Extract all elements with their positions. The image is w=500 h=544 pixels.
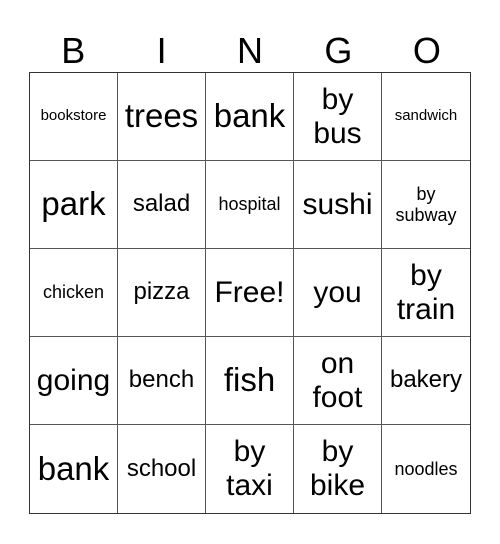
bingo-cell: bank — [30, 425, 118, 513]
bingo-cell: bakery — [382, 337, 470, 425]
bingo-header: B I N G O — [29, 28, 471, 73]
bingo-cell: going — [30, 337, 118, 425]
bingo-cell: sandwich — [382, 73, 470, 161]
header-letter-i: I — [156, 30, 167, 71]
bingo-cell: trees — [118, 73, 206, 161]
header-letter-n: N — [237, 30, 264, 71]
bingo-cell: by bus — [294, 73, 382, 161]
header-letter-b: B — [61, 30, 86, 71]
bingo-cell: noodles — [394, 458, 458, 479]
bingo-cell-free: Free! — [206, 249, 294, 337]
bingo-cell: bookstore — [30, 73, 118, 161]
bingo-cell: bench — [118, 337, 206, 425]
bingo-cell: sushi — [294, 161, 382, 249]
bingo-cell: by bike — [294, 425, 382, 513]
header-letter-g: G — [324, 30, 353, 71]
bingo-cell: on foot — [294, 337, 382, 425]
bingo-grid: bookstore trees bank by bus sandwich par… — [29, 72, 471, 514]
bingo-cell: fish — [206, 337, 294, 425]
bingo-cell: hospital — [206, 161, 294, 249]
bingo-cell: school — [118, 425, 206, 513]
bingo-cell: chicken — [30, 249, 118, 337]
bingo-cell: by train — [382, 249, 470, 337]
bingo-cell: bank — [206, 73, 294, 161]
bingo-cell: pizza — [118, 249, 206, 337]
bingo-cell: by subway — [382, 161, 470, 249]
bingo-cell: you — [294, 249, 382, 337]
bingo-cell: park — [30, 161, 118, 249]
header-letter-o: O — [412, 30, 441, 71]
bingo-cell: by taxi — [206, 425, 294, 513]
bingo-cell: salad — [118, 161, 206, 249]
